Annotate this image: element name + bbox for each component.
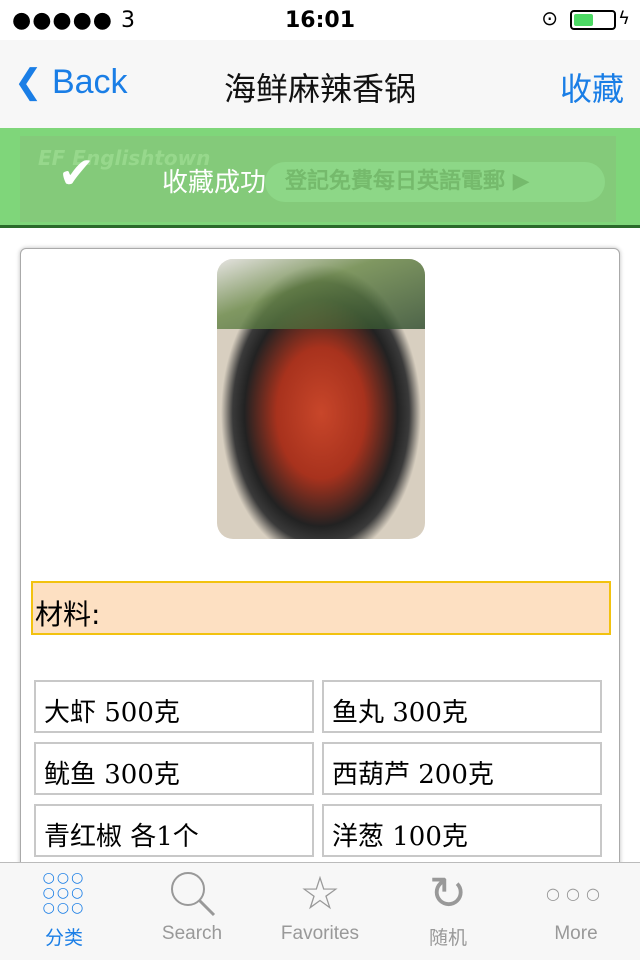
- page-title: 海鲜麻辣香锅: [223, 70, 416, 108]
- rotation-lock-icon: ⊙: [541, 6, 558, 30]
- charging-icon: ϟ: [618, 8, 630, 29]
- section-header: 材料:: [31, 581, 611, 635]
- tab-random[interactable]: ↻ 随机: [384, 863, 512, 961]
- tab-search[interactable]: Search: [128, 863, 256, 961]
- battery-icon: [570, 10, 616, 30]
- more-icon: ○○○: [546, 883, 606, 903]
- tab-label: Search: [161, 923, 223, 944]
- favorite-button[interactable]: 收藏: [560, 64, 624, 110]
- star-icon: ☆: [299, 866, 341, 920]
- refresh-icon: ↻: [428, 866, 468, 920]
- tab-favorites[interactable]: ☆ Favorites: [256, 863, 384, 961]
- tab-bar: ○○○ ○○○ ○○○ 分类 Search ☆ Favorites ↻ 随机 ○○○…: [0, 862, 640, 960]
- dish-photo: [217, 259, 425, 539]
- recipe-card: 材料: 大虾 500克 鱼丸 300克 鱿鱼 300克 西葫芦 200克 青红椒…: [20, 248, 620, 948]
- status-bar: ●●●●● 3 16:01 ⊙ ϟ: [0, 0, 640, 40]
- ad-banner[interactable]: EF Englishtown 登記免費每日英語電郵 ▶: [20, 136, 616, 222]
- ingredient-cell: 西葫芦 200克: [322, 742, 602, 795]
- navigation-bar: ❮ Back 海鲜麻辣香锅 收藏: [0, 40, 640, 128]
- checkmark-icon: ✔: [58, 148, 95, 199]
- ingredient-cell: 鱿鱼 300克: [34, 742, 314, 795]
- tab-label: 随机: [428, 928, 467, 949]
- success-toast: EF Englishtown 登記免費每日英語電郵 ▶ ✔ 收藏成功: [0, 128, 640, 228]
- toast-message: 收藏成功: [162, 168, 267, 198]
- search-icon: [128, 863, 256, 923]
- tab-label: 分类: [44, 928, 83, 949]
- ingredient-cell: 鱼丸 300克: [322, 680, 602, 733]
- ingredient-cell: 洋葱 100克: [322, 804, 602, 857]
- ingredient-cell: 青红椒 各1个: [34, 804, 314, 857]
- ingredient-cell: 大虾 500克: [34, 680, 314, 733]
- ad-cta[interactable]: 登記免費每日英語電郵 ▶: [265, 162, 605, 202]
- tab-categories[interactable]: ○○○ ○○○ ○○○ 分类: [0, 863, 128, 961]
- tab-label: More: [554, 923, 598, 944]
- tab-more[interactable]: ○○○ More: [512, 863, 640, 961]
- tab-label: Favorites: [280, 923, 360, 944]
- grid-icon: ○○○ ○○○ ○○○: [42, 869, 86, 916]
